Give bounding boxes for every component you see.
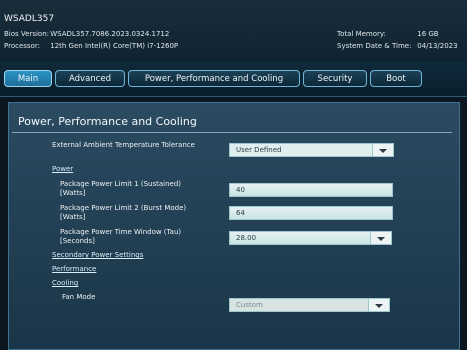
processor-value: 12th Gen Intel(R) Core(TM) i7-1260P (50, 42, 179, 50)
memory-row: Total Memory: 16 GB (337, 30, 439, 38)
cooling-link[interactable]: Cooling (52, 279, 78, 287)
ambient-temp-select[interactable]: User Defined (229, 143, 373, 157)
chevron-down-icon (375, 304, 383, 308)
datetime-row: System Date & Time: 04/13/2023 (337, 42, 458, 50)
ambient-temp-dropdown-button[interactable] (372, 143, 394, 157)
pl2-label: Package Power Limit 2 (Burst Mode) [Watt… (60, 204, 186, 222)
fan-mode-select[interactable]: Custom (229, 298, 369, 312)
tab-main[interactable]: Main (4, 70, 52, 87)
settings-panel (8, 102, 460, 350)
tab-power-performance-cooling[interactable]: Power, Performance and Cooling (128, 70, 300, 87)
memory-value: 16 GB (417, 30, 439, 38)
pl2-label-line2: [Watts] (60, 213, 86, 221)
chevron-down-icon (377, 237, 385, 241)
tau-label-line2: [Seconds] (60, 237, 95, 245)
secondary-power-settings-link[interactable]: Secondary Power Settings (52, 251, 143, 259)
bios-version-label: Bios Version: (4, 30, 50, 38)
tab-boot[interactable]: Boot (370, 70, 422, 87)
panel-title: Power, Performance and Cooling (18, 115, 197, 128)
tau-label-line1: Package Power Time Window (Tau) (60, 228, 182, 236)
pl2-input[interactable]: 64 (229, 206, 393, 220)
tab-advanced[interactable]: Advanced (55, 70, 125, 87)
pl1-label-line1: Package Power Limit 1 (Sustained) (60, 180, 182, 188)
power-section-link[interactable]: Power (52, 165, 73, 173)
ambient-temp-label: External Ambient Temperature Tolerance (52, 141, 195, 149)
pl2-label-line1: Package Power Limit 2 (Burst Mode) (60, 204, 187, 212)
pl1-input[interactable]: 40 (229, 183, 393, 197)
datetime-value: 04/13/2023 (417, 42, 458, 50)
datetime-label: System Date & Time: (337, 42, 412, 50)
title-divider (12, 132, 452, 133)
processor-row: Processor: 12th Gen Intel(R) Core(TM) i7… (4, 42, 178, 50)
memory-label: Total Memory: (337, 30, 386, 38)
performance-link[interactable]: Performance (52, 265, 96, 273)
system-name: WSADL357 (4, 14, 55, 24)
tau-dropdown-button[interactable] (370, 231, 392, 245)
tau-select[interactable]: 28.00 (229, 231, 371, 245)
chevron-down-icon (379, 149, 387, 153)
pl1-label-line2: [Watts] (60, 189, 86, 197)
tau-label: Package Power Time Window (Tau) [Seconds… (60, 228, 181, 246)
fan-mode-label: Fan Mode (62, 293, 96, 301)
pl1-label: Package Power Limit 1 (Sustained) [Watts… (60, 180, 181, 198)
bios-version-row: Bios Version: WSADL357.7086.2023.0324.17… (4, 30, 169, 38)
bios-version-value: WSADL357.7086.2023.0324.1712 (50, 30, 170, 38)
processor-label: Processor: (4, 42, 40, 50)
tab-security[interactable]: Security (303, 70, 367, 87)
fan-mode-dropdown-button[interactable] (368, 298, 390, 312)
